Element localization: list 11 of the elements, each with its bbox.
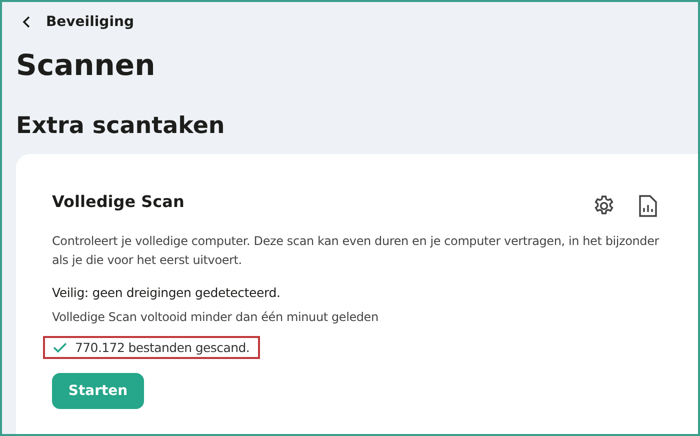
last-scan-text: Volledige Scan voltooid minder dan één minuut geleden (52, 309, 380, 326)
description-text: Controleert je volledige computer. Deze scan kan even duren en je computer vertragen, in het bijzonder als je die voor het eerst uitvoert. (52, 233, 660, 269)
check-icon (53, 342, 67, 353)
status-text: Veilig: geen dreigingen gedetecteerd. (52, 284, 282, 302)
breadcrumb-link[interactable]: Beveiliging (46, 14, 134, 30)
result-text: 770.172 bestanden gescand. (75, 340, 250, 355)
card-title: Volledige Scan (52, 191, 184, 213)
back-icon[interactable] (22, 16, 32, 28)
section-title: Extra scantaken (16, 112, 226, 140)
page-title: Scannen (16, 48, 156, 82)
report-icon[interactable] (638, 194, 658, 218)
